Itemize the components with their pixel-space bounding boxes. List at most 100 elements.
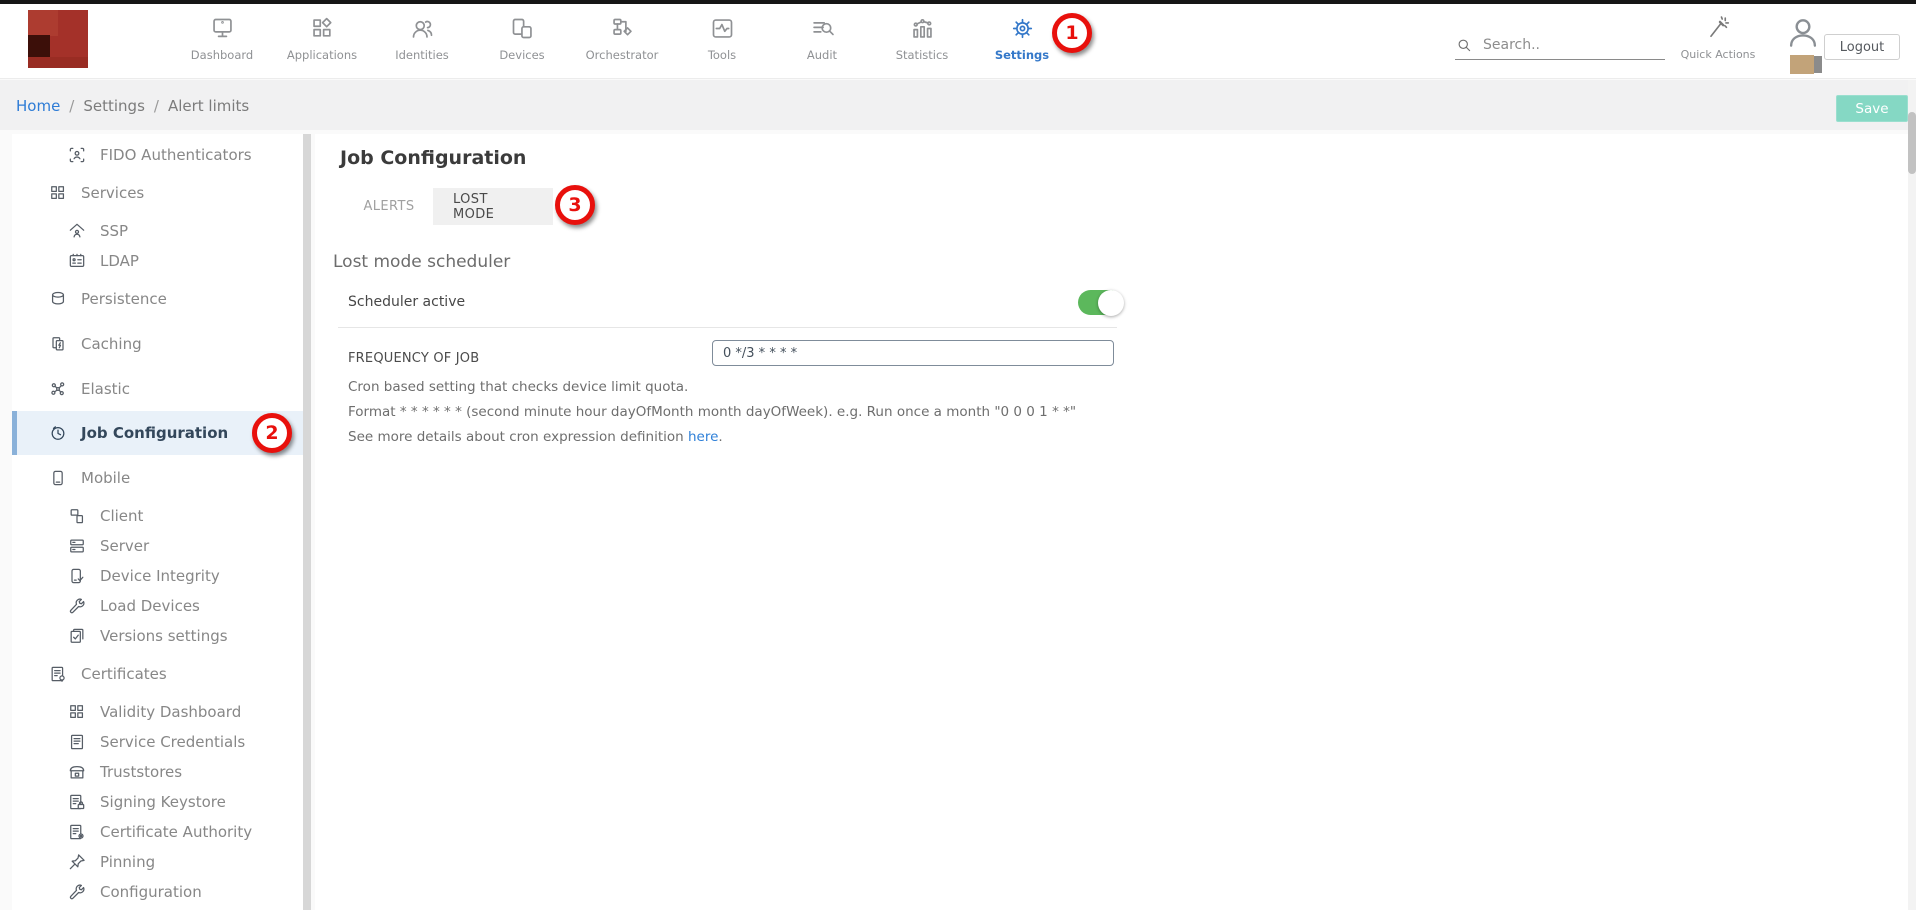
nodes-icon <box>48 379 68 399</box>
nav-item-label: Tools <box>708 48 736 62</box>
page-scrollbar-track[interactable] <box>1908 80 1916 910</box>
sidebar-item-label: Configuration <box>100 883 202 901</box>
sidebar-item-mobile[interactable]: Mobile <box>12 463 303 493</box>
main-content-panel: Job Configuration ALERTS LOST MODE Lost … <box>315 134 1908 910</box>
nav-item-statistics[interactable]: Statistics <box>872 8 972 70</box>
tab-alerts[interactable]: ALERTS <box>345 188 433 225</box>
sidebar-item-label: Services <box>81 184 144 202</box>
sidebar-item-label: Job Configuration <box>81 424 228 442</box>
cron-help-line-3: See more details about cron expression d… <box>348 429 723 445</box>
scheduler-active-label: Scheduler active <box>348 294 465 310</box>
face-scan-icon <box>67 145 87 165</box>
page-scrollbar-thumb[interactable] <box>1908 112 1916 174</box>
nav-item-audit[interactable]: Audit <box>772 8 872 70</box>
sidebar-item-elastic[interactable]: Elastic <box>12 374 303 404</box>
sidebar-item-ldap[interactable]: LDAP <box>12 246 303 276</box>
database-icon <box>48 289 68 309</box>
nav-item-dashboard[interactable]: Dashboard <box>172 8 272 70</box>
logo-square-dark <box>28 35 50 57</box>
sidebar-scrollbar[interactable] <box>303 134 311 910</box>
breadcrumb-separator: / <box>69 97 74 115</box>
top-navigation-bar: DashboardApplicationsIdentities Devices Or… <box>0 4 1916 79</box>
logout-button[interactable]: Logout <box>1824 34 1900 60</box>
gear-icon <box>1009 15 1036 42</box>
sidebar-item-label: Device Integrity <box>100 567 220 585</box>
sidebar-item-label: Server <box>100 537 149 555</box>
logo-square-bottom <box>28 57 88 68</box>
breadcrumb-home-link[interactable]: Home <box>16 97 60 115</box>
sidebar-item-certificate-authority[interactable]: Certificate Authority <box>12 817 303 847</box>
sidebar-item-load-devices[interactable]: Load Devices <box>12 591 303 621</box>
sidebar-item-caching[interactable]: Caching <box>12 329 303 359</box>
main-nav-items: DashboardApplicationsIdentities Devices Or… <box>172 8 1072 70</box>
logo-square-light <box>28 10 58 36</box>
phone-icon <box>48 468 68 488</box>
app-grid-icon <box>309 15 336 42</box>
server-icon <box>67 536 87 556</box>
wrench-icon <box>67 882 87 902</box>
quick-actions-button[interactable]: Quick Actions <box>1670 14 1766 61</box>
sidebar-item-fido-authenticators[interactable]: FIDO Authenticators <box>12 140 303 170</box>
frequency-of-job-input[interactable] <box>712 340 1114 366</box>
nav-item-applications[interactable]: Applications <box>272 8 372 70</box>
page: DashboardApplicationsIdentities Devices Or… <box>0 0 1916 910</box>
sidebar-item-pinning[interactable]: Pinning <box>12 847 303 877</box>
sidebar-item-services[interactable]: Services <box>12 178 303 208</box>
user-avatar-icon[interactable] <box>1784 14 1822 52</box>
sidebar-item-label: Elastic <box>81 380 130 398</box>
sidebar-item-client[interactable]: Client <box>12 501 303 531</box>
wrench-icon <box>67 596 87 616</box>
sidebar-item-server[interactable]: Server <box>12 531 303 561</box>
save-button[interactable]: Save <box>1836 95 1908 122</box>
sidebar-item-label: Caching <box>81 335 142 353</box>
sidebar-item-versions-settings[interactable]: Versions settings <box>12 621 303 651</box>
scheduler-active-toggle[interactable] <box>1078 290 1123 315</box>
monitor-icon <box>209 15 236 42</box>
sidebar-item-validity-dashboard[interactable]: Validity Dashboard <box>12 697 303 727</box>
doc-icon <box>67 732 87 752</box>
grid-icon <box>67 702 87 722</box>
search-input[interactable] <box>1483 37 1653 53</box>
settings-sidebar: FIDO Authenticators Services SSP LDAP Persis… <box>12 134 303 910</box>
sidebar-item-label: Versions settings <box>100 627 228 645</box>
nav-item-identities[interactable]: Identities <box>372 8 472 70</box>
nav-item-tools[interactable]: Tools <box>672 8 772 70</box>
sidebar-item-ssp[interactable]: SSP <box>12 216 303 246</box>
section-title: Lost mode scheduler <box>333 252 510 272</box>
nav-item-label: Settings <box>995 48 1049 62</box>
devices-icon <box>509 15 536 42</box>
breadcrumb-bar: Home / Settings / Alert limits Save <box>0 80 1916 130</box>
pulse-icon <box>709 15 736 42</box>
sidebar-item-device-integrity[interactable]: Device Integrity <box>12 561 303 591</box>
annotation-circle-2: 2 <box>252 413 292 453</box>
sidebar-item-service-credentials[interactable]: Service Credentials <box>12 727 303 757</box>
nav-item-label: Devices <box>499 48 544 62</box>
stats-icon <box>909 15 936 42</box>
people-icon <box>409 15 436 42</box>
cron-docs-link[interactable]: here <box>688 429 718 445</box>
page-title: Job Configuration <box>340 147 526 169</box>
frequency-of-job-label: FREQUENCY OF JOB <box>348 351 479 366</box>
nav-item-orchestrator[interactable]: Orchestrator <box>572 8 672 70</box>
global-search <box>1455 30 1665 60</box>
sidebar-item-configuration[interactable]: Configuration <box>12 877 303 907</box>
avatar-badge <box>1790 55 1814 74</box>
sidebar-item-persistence[interactable]: Persistence <box>12 284 303 314</box>
sidebar-item-label: LDAP <box>100 252 139 270</box>
app-logo[interactable] <box>28 10 88 68</box>
annotation-circle-3: 3 <box>555 185 595 225</box>
quick-actions-label: Quick Actions <box>1681 48 1756 61</box>
row-divider <box>338 327 1117 328</box>
sidebar-item-certificates[interactable]: Certificates <box>12 659 303 689</box>
nav-item-devices[interactable]: Devices <box>472 8 572 70</box>
sidebar-item-label: Certificates <box>81 665 167 683</box>
sidebar-item-label: Client <box>100 507 143 525</box>
sidebar-item-signing-keystore[interactable]: Signing Keystore <box>12 787 303 817</box>
sidebar-item-label: Load Devices <box>100 597 200 615</box>
toggle-knob <box>1098 290 1124 316</box>
sidebar-item-truststores[interactable]: Truststores <box>12 757 303 787</box>
sidebar-item-label: FIDO Authenticators <box>100 146 252 164</box>
tab-lost-mode[interactable]: LOST MODE <box>433 188 553 225</box>
doc-gear-icon <box>67 822 87 842</box>
magic-wand-icon <box>1705 14 1731 40</box>
